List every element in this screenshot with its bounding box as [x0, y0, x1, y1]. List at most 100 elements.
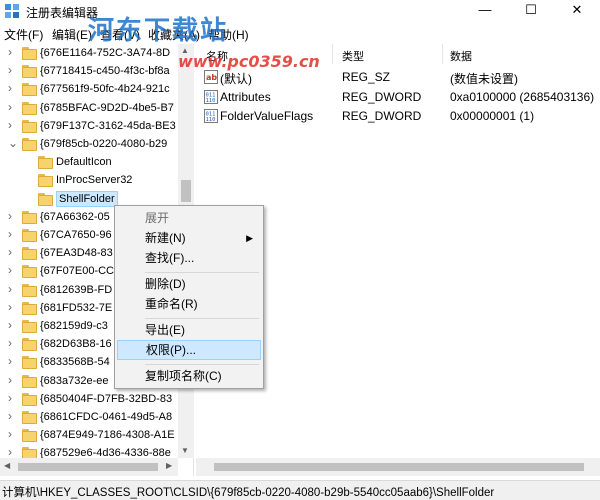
folder-icon	[22, 356, 37, 370]
folder-icon	[22, 65, 37, 79]
tree-item-label: {679F137C-3162-45da-BE3	[40, 119, 176, 132]
maximize-button[interactable]: ☐	[508, 0, 554, 22]
value-type: REG_DWORD	[342, 109, 422, 123]
menu-edit[interactable]: 编辑(E)	[52, 26, 92, 43]
tree-item[interactable]: InProcServer32	[0, 172, 178, 190]
list-hscroll-thumb[interactable]	[214, 463, 584, 471]
menu-item-find[interactable]: 查找(F)...	[117, 248, 261, 268]
chevron-right-icon[interactable]: ›	[8, 391, 18, 405]
column-divider[interactable]	[332, 44, 333, 64]
folder-icon	[22, 83, 37, 97]
chevron-right-icon[interactable]: ›	[8, 409, 18, 423]
chevron-right-icon[interactable]: ›	[8, 227, 18, 241]
minimize-button[interactable]: —	[462, 0, 508, 22]
folder-icon	[38, 174, 53, 188]
folder-icon	[22, 429, 37, 443]
tree-item-label: {6850404F-D7FB-32BD-83	[40, 392, 173, 405]
menu-item-copy-key-name[interactable]: 复制项名称(C)	[117, 366, 261, 386]
tree-item-label: {676E1164-752C-3A74-8D	[40, 47, 171, 59]
tree-item[interactable]: › {6785BFAC-9D2D-4be5-B7	[0, 100, 178, 118]
chevron-right-icon[interactable]: ›	[8, 209, 18, 223]
chevron-right-icon[interactable]: ›	[8, 373, 18, 387]
tree-scroll-thumb[interactable]	[181, 180, 191, 202]
tree-horizontal-scrollbar[interactable]: ◀ ▶	[0, 458, 178, 476]
folder-icon	[22, 247, 37, 261]
menu-item-new[interactable]: 新建(N) ▶	[117, 228, 261, 248]
chevron-right-icon[interactable]: ›	[8, 81, 18, 95]
binary-value-icon: 011 110	[204, 90, 218, 104]
chevron-right-icon[interactable]: ›	[8, 263, 18, 277]
chevron-right-icon[interactable]: ›	[8, 245, 18, 259]
tree-item-label: {683a732e-ee	[40, 374, 109, 387]
tree-item-label: {6861CFDC-0461-49d5-A8	[40, 411, 173, 423]
chevron-right-icon[interactable]: ›	[8, 63, 18, 77]
column-header-data[interactable]: 数据	[450, 48, 472, 64]
menu-item-export[interactable]: 导出(E)	[117, 320, 261, 340]
folder-icon	[38, 192, 53, 206]
tree-item[interactable]: › {6861CFDC-0461-49d5-A8	[0, 409, 178, 427]
tree-item[interactable]: › {676E1164-752C-3A74-8D	[0, 45, 178, 63]
context-menu: 展开 新建(N) ▶ 查找(F)... 删除(D) 重命名(R) 导出(E) 权…	[114, 205, 264, 389]
chevron-down-icon[interactable]: ⌄	[8, 136, 18, 150]
tree-item-label: {67A66362-05	[40, 210, 110, 223]
submenu-arrow-icon: ▶	[246, 233, 253, 243]
folder-icon	[22, 265, 37, 279]
folder-icon	[22, 374, 37, 388]
value-row[interactable]: 011 110 FolderValueFlags REG_DWORD 0x000…	[196, 107, 600, 125]
chevron-right-icon[interactable]: ›	[8, 300, 18, 314]
chevron-right-icon[interactable]: ›	[8, 354, 18, 368]
chevron-right-icon[interactable]: ›	[8, 118, 18, 132]
svg-text:110: 110	[206, 98, 216, 104]
tree-item-label: {677561f9-50fc-4b24-921c	[40, 83, 170, 96]
menu-file[interactable]: 文件(F)	[4, 26, 43, 43]
chevron-right-icon[interactable]: ›	[8, 100, 18, 114]
value-data: (数值未设置)	[450, 72, 518, 86]
tree-item[interactable]: › {677561f9-50fc-4b24-921c	[0, 81, 178, 99]
tree-item[interactable]: ⌄ {679f85cb-0220-4080-b29	[0, 136, 178, 154]
tree-item[interactable]: DefaultIcon	[0, 154, 178, 172]
menu-item-delete[interactable]: 删除(D)	[117, 274, 261, 294]
tree-item[interactable]: › {6874E949-7186-4308-A1E	[0, 427, 178, 445]
value-name: FolderValueFlags	[220, 109, 314, 123]
chevron-right-icon[interactable]: ›	[8, 336, 18, 350]
chevron-right-icon[interactable]: ›	[8, 318, 18, 332]
watermark-url: www.pc0359.cn	[178, 52, 320, 71]
tree-item-label: {6833568B-54	[40, 356, 110, 369]
list-horizontal-scrollbar[interactable]	[196, 458, 600, 476]
scroll-left-icon[interactable]: ◀	[4, 461, 10, 470]
tree-item-label: {682D63B8-16	[40, 338, 112, 351]
tree-item-label: {682159d9-c3	[40, 320, 108, 332]
status-path: 计算机\HKEY_CLASSES_ROOT\CLSID\{679f85cb-02…	[2, 487, 495, 499]
scroll-down-icon[interactable]: ▼	[181, 446, 189, 455]
value-row[interactable]: 011 110 Attributes REG_DWORD 0xa0100000 …	[196, 88, 600, 106]
tree-item-label: {681FD532-7E	[40, 301, 113, 314]
tree-item[interactable]: › {679F137C-3162-45da-BE3	[0, 118, 178, 136]
tree-item-label: {6785BFAC-9D2D-4be5-B7	[40, 101, 174, 114]
folder-icon	[22, 101, 37, 115]
scroll-right-icon[interactable]: ▶	[166, 461, 172, 470]
value-name: Attributes	[220, 90, 271, 104]
close-button[interactable]: ✕	[554, 0, 600, 22]
chevron-right-icon[interactable]: ›	[8, 282, 18, 296]
tree-item-label: ShellFolder	[56, 190, 118, 207]
folder-icon	[22, 301, 37, 315]
menu-item-label: 新建(N)	[145, 231, 186, 245]
folder-icon	[22, 392, 37, 406]
folder-icon	[38, 156, 53, 170]
tree-item[interactable]: › {67718415-c450-4f3c-bf8a	[0, 63, 178, 81]
column-divider[interactable]	[442, 44, 443, 64]
tree-item[interactable]: › {6850404F-D7FB-32BD-83	[0, 391, 178, 409]
tree-item-label: {67718415-c450-4f3c-bf8a	[40, 65, 170, 78]
tree-item-label: {67F07E00-CC	[40, 265, 114, 278]
tree-item-label: {67EA3D48-83	[40, 247, 113, 260]
svg-text:ab: ab	[206, 73, 217, 82]
chevron-right-icon[interactable]: ›	[8, 45, 18, 59]
chevron-right-icon[interactable]: ›	[8, 427, 18, 441]
menu-item-rename[interactable]: 重命名(R)	[117, 294, 261, 314]
menu-item-expand[interactable]: 展开	[117, 208, 261, 228]
tree-item-label: {6812639B-FD	[40, 283, 113, 296]
column-header-type[interactable]: 类型	[342, 48, 364, 64]
tree-hscroll-thumb[interactable]	[18, 463, 158, 471]
watermark-logo: 河东下载站	[88, 16, 229, 46]
menu-item-permissions[interactable]: 权限(P)...	[117, 340, 261, 360]
